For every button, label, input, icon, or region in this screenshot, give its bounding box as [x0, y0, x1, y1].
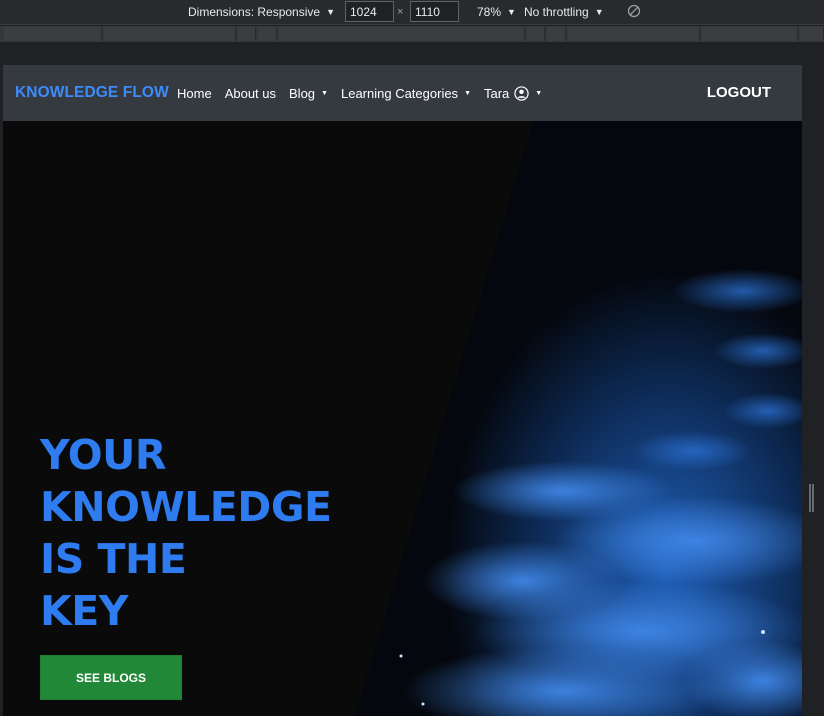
nav-learning-categories-label: Learning Categories — [340, 85, 459, 101]
viewport-top-gap — [0, 42, 824, 65]
caret-down-icon: ▼ — [507, 6, 516, 17]
zoom-label: 78% — [477, 5, 502, 19]
hero-title-line: KNOWLEDGE — [40, 483, 332, 531]
hero-title: YOUR KNOWLEDGE IS THE KEY — [40, 429, 332, 637]
ruler-segment[interactable] — [238, 27, 256, 41]
hero-title-line: YOUR — [40, 431, 166, 479]
dimensions-label: Dimensions: Responsive — [188, 5, 321, 19]
ruler-segment[interactable] — [258, 27, 277, 41]
ruler-segment[interactable] — [279, 27, 525, 41]
media-query-ruler[interactable] — [0, 26, 824, 42]
caret-down-icon: ▼ — [326, 6, 335, 17]
logout-button[interactable]: LOGOUT — [707, 84, 771, 101]
ruler-segment[interactable] — [4, 27, 102, 41]
throttling-label: No throttling — [524, 5, 589, 19]
nav-blog-dropdown[interactable]: Blog ▼ — [289, 86, 328, 101]
ruler-segment[interactable] — [547, 27, 566, 41]
right-gutter — [802, 65, 824, 716]
nav-about-label: About us — [224, 85, 277, 101]
hero-title-line: IS THE — [40, 535, 187, 583]
see-blogs-button[interactable]: SEE BLOGS — [40, 655, 182, 700]
caret-down-icon: ▼ — [321, 89, 328, 97]
user-circle-icon — [514, 85, 529, 101]
dimensions-dropdown[interactable]: Dimensions: Responsive ▼ — [188, 5, 335, 19]
ruler-segment[interactable] — [702, 27, 798, 41]
times-symbol: × — [397, 6, 404, 18]
nav-user-label: Tara — [484, 85, 510, 101]
rotate-icon[interactable] — [627, 4, 641, 18]
nav-user-dropdown[interactable]: Tara ▼ — [484, 86, 542, 101]
nav-home[interactable]: Home — [177, 86, 212, 101]
ruler-segment[interactable] — [527, 27, 545, 41]
nav-learning-categories-dropdown[interactable]: Learning Categories ▼ — [341, 86, 471, 101]
throttling-dropdown[interactable]: No throttling ▼ — [524, 5, 604, 19]
nav-menu: Home About us Blog ▼ Learning Categories ▼… — [177, 65, 555, 121]
zoom-dropdown[interactable]: 78% ▼ — [477, 5, 516, 19]
nav-about[interactable]: About us — [225, 86, 276, 101]
ruler-segment[interactable] — [568, 27, 700, 41]
hero-title-line: KEY — [40, 587, 128, 635]
resize-handle-icon[interactable] — [808, 484, 816, 512]
width-input[interactable] — [345, 1, 394, 22]
caret-down-icon: ▼ — [535, 89, 543, 97]
hero-section: YOUR KNOWLEDGE IS THE KEY SEE BLOGS — [3, 121, 802, 716]
nav-home-label: Home — [177, 85, 212, 101]
brand-logo[interactable]: KNOWLEDGE FLOW — [15, 84, 169, 102]
ruler-segment[interactable] — [104, 27, 236, 41]
navbar: KNOWLEDGE FLOW Home About us Blog ▼ Learn… — [3, 65, 802, 121]
devtools-device-toolbar: Dimensions: Responsive ▼ × 78% ▼ No thro… — [0, 0, 824, 25]
page-viewport: KNOWLEDGE FLOW Home About us Blog ▼ Learn… — [3, 65, 802, 716]
caret-down-icon: ▼ — [464, 89, 471, 97]
height-input[interactable] — [410, 1, 459, 22]
ruler-segment[interactable] — [800, 27, 824, 41]
caret-down-icon: ▼ — [594, 6, 604, 17]
nav-blog-label: Blog — [289, 85, 316, 101]
